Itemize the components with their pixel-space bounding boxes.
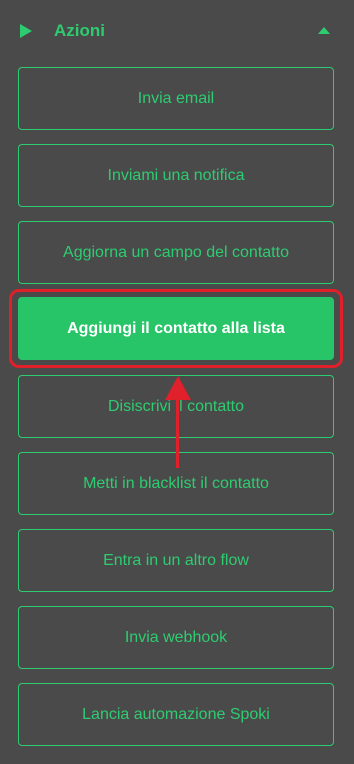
action-enter-another-flow-button[interactable]: Entra in un altro flow: [18, 529, 334, 592]
highlight-annotation: [9, 289, 343, 368]
section-title: Azioni: [54, 21, 105, 40]
action-update-contact-field-button[interactable]: Aggiorna un campo del contatto: [18, 221, 334, 284]
play-icon: [20, 24, 32, 38]
action-send-webhook-button[interactable]: Invia webhook: [18, 606, 334, 669]
action-launch-spoki-automation-button[interactable]: Lancia automazione Spoki: [18, 683, 334, 746]
chevron-up-icon[interactable]: [318, 27, 330, 34]
annotation-arrow-shaft: [176, 396, 179, 468]
action-notify-me-button[interactable]: Inviami una notifica: [18, 144, 334, 207]
action-send-email-button[interactable]: Invia email: [18, 67, 334, 130]
annotation-arrow-up-icon: [165, 376, 191, 400]
section-header[interactable]: Azioni: [0, 0, 354, 62]
actions-panel: Azioni Invia email Inviami una notifica …: [0, 0, 354, 764]
